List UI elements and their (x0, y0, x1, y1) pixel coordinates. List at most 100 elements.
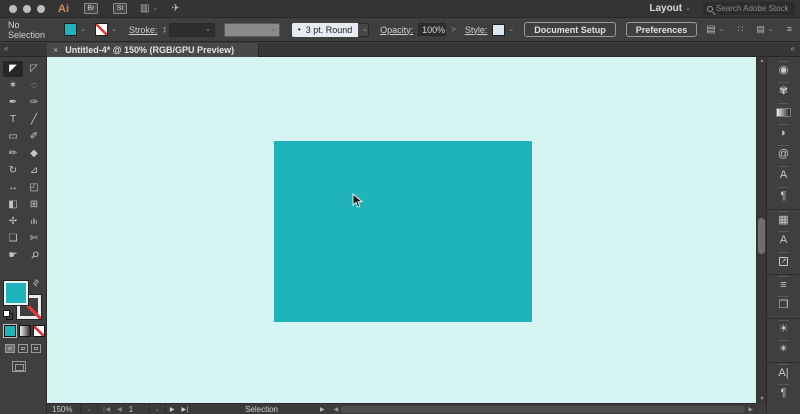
bridge-button[interactable]: Br (84, 3, 98, 14)
color-mode-button[interactable] (4, 325, 16, 337)
collapse-toolbar-icon[interactable]: « (4, 45, 8, 53)
preferences-button[interactable]: Preferences (625, 22, 698, 37)
column-graph-tool[interactable]: ıllı (24, 214, 44, 230)
chevron-down-icon[interactable]: ⌄ (80, 26, 86, 33)
fill-color-swatch[interactable] (64, 23, 78, 36)
symbol-sprayer-tool[interactable]: ✢ (3, 214, 23, 230)
window-minimize-button[interactable] (23, 4, 31, 13)
horizontal-scroll-thumb[interactable] (341, 405, 746, 413)
width-tool[interactable]: ↔ (3, 180, 23, 196)
next-artboard-button[interactable]: ▶ (166, 406, 178, 413)
stroke-panel-icon[interactable]: ◗ (767, 123, 800, 144)
stroke-width-dropdown[interactable]: ⌄ (168, 22, 215, 37)
curvature-tool[interactable]: ✑ (24, 95, 44, 111)
window-close-button[interactable] (9, 4, 17, 13)
previous-artboard-button[interactable]: ◀ (113, 406, 125, 413)
paragraph-panel-icon[interactable]: ¶ (767, 383, 800, 404)
horizontal-scrollbar[interactable]: ◀ ▶ (331, 404, 756, 414)
selection-tool[interactable]: ◤ (3, 61, 23, 77)
appearance-panel-icon[interactable]: ☀ (767, 318, 800, 339)
stroke-profile-dropdown[interactable]: ⌄ (223, 22, 280, 37)
gpu-performance-icon[interactable]: ✈ (171, 3, 179, 14)
collapse-dock-icon[interactable]: « (791, 45, 795, 53)
panel-options-icon[interactable]: ▤ (706, 24, 715, 35)
opacity-options-arrow[interactable]: > (451, 25, 456, 34)
paragraph-styles-panel-icon[interactable]: ¶ (767, 186, 800, 207)
glyphs-panel-icon[interactable]: A (767, 230, 800, 251)
zoom-level-field[interactable]: 150% (47, 405, 80, 414)
scale-tool[interactable]: ⊿ (24, 163, 44, 179)
graphic-style-swatch[interactable] (492, 23, 506, 36)
scroll-left-icon[interactable]: ◀ (331, 406, 342, 413)
draw-inside-button[interactable] (31, 344, 41, 353)
default-fill-stroke-icon[interactable] (3, 310, 13, 320)
stroke-color-swatch[interactable] (94, 23, 108, 36)
artboard-canvas[interactable] (47, 57, 756, 403)
workspace-switcher[interactable]: Layout (649, 3, 682, 14)
dock-panels-icon[interactable]: ▤ (756, 25, 765, 34)
opacity-label[interactable]: Opacity: (380, 25, 413, 35)
perspective-grid-tool[interactable]: ⊞ (24, 197, 44, 213)
teal-rectangle-shape[interactable] (274, 141, 532, 322)
gradient-panel-icon[interactable] (767, 102, 800, 123)
export-panel-icon[interactable]: ↗ (767, 251, 800, 272)
draw-behind-button[interactable] (18, 344, 28, 353)
search-input[interactable] (716, 4, 790, 13)
free-transform-tool[interactable]: ◰ (24, 180, 44, 196)
eraser-tool[interactable]: ◆ (24, 146, 44, 162)
shape-builder-tool[interactable]: ◧ (3, 197, 23, 213)
artboard-dropdown-icon[interactable]: ⌄ (148, 404, 166, 414)
chevron-down-icon[interactable]: ⌄ (768, 26, 774, 33)
swatches-panel-icon[interactable]: ▦ (767, 209, 800, 230)
horizontal-scroll-track[interactable] (341, 405, 746, 413)
status-flyout-icon[interactable]: ▶ (320, 406, 325, 413)
vertical-scroll-thumb[interactable] (758, 218, 765, 254)
last-artboard-button[interactable]: ▶❘ (177, 406, 193, 413)
rotate-tool[interactable]: ↻ (3, 163, 23, 179)
brush-dropdown-button[interactable]: ⌄ (358, 22, 370, 37)
graphic-styles-panel-icon[interactable]: ✴ (767, 339, 800, 360)
artboard-number-field[interactable]: 1 (125, 405, 149, 414)
zoom-tool[interactable]: ⚲ (21, 243, 46, 268)
scroll-right-icon[interactable]: ▶ (745, 406, 756, 413)
touch-workspace-icon[interactable]: ∷ (738, 25, 744, 34)
arrange-documents-icon[interactable]: ▥ (140, 3, 149, 14)
document-tab[interactable]: × Untitled-4* @ 150% (RGB/GPU Preview) (47, 43, 259, 57)
line-segment-tool[interactable]: ╱ (24, 112, 44, 128)
fill-indicator[interactable] (4, 281, 28, 305)
character-panel-icon[interactable]: A| (767, 362, 800, 383)
step-down-icon[interactable]: ▾ (163, 29, 166, 34)
gradient-mode-button[interactable] (19, 325, 31, 337)
align-panel-icon[interactable]: ≡ (767, 274, 800, 295)
chevron-down-icon[interactable]: ⌄ (111, 26, 117, 33)
style-label[interactable]: Style: (465, 25, 488, 35)
artboard-tool[interactable]: ❏ (3, 231, 23, 247)
color-panel-icon[interactable]: ◉ (767, 60, 800, 81)
rectangle-tool[interactable]: ▭ (3, 129, 23, 145)
document-setup-button[interactable]: Document Setup (524, 22, 616, 37)
bar-menu-icon[interactable]: ≡ (787, 25, 792, 34)
stock-search-box[interactable] (703, 2, 795, 15)
none-mode-button[interactable] (33, 325, 45, 337)
screen-mode-button[interactable] (12, 361, 26, 372)
brush-definition-dropdown[interactable]: • 3 pt. Round (291, 22, 359, 37)
vertical-scrollbar[interactable]: ▲ ▼ (756, 57, 766, 403)
stroke-label[interactable]: Stroke: (129, 25, 158, 35)
libraries-panel-icon[interactable]: @ (767, 144, 800, 165)
color-guide-panel-icon[interactable]: ✾ (767, 81, 800, 102)
zoom-dropdown-icon[interactable]: ⌄ (80, 404, 98, 414)
first-artboard-button[interactable]: ❘◀ (98, 406, 114, 413)
swap-fill-stroke-icon[interactable]: ⇄ (30, 277, 41, 288)
character-styles-panel-icon[interactable]: A (767, 165, 800, 186)
chevron-down-icon[interactable]: ⌄ (152, 5, 158, 12)
draw-normal-button[interactable] (5, 344, 15, 353)
opacity-input[interactable]: 100% (418, 23, 447, 36)
pen-tool[interactable]: ✒ (3, 95, 23, 111)
chevron-down-icon[interactable]: ⌄ (685, 5, 691, 12)
lasso-tool[interactable]: ◌ (24, 78, 44, 94)
stroke-width-stepper[interactable]: ▴ ▾ (163, 25, 166, 34)
close-tab-icon[interactable]: × (53, 45, 58, 55)
paintbrush-tool[interactable]: ✐ (24, 129, 44, 145)
pencil-tool[interactable]: ✏ (3, 146, 23, 162)
magic-wand-tool[interactable]: ✶ (3, 78, 23, 94)
